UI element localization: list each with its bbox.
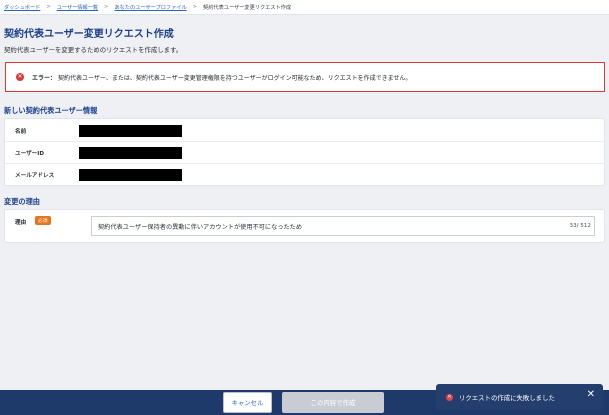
reason-card: 理由 必須 33/ 512: [4, 209, 605, 243]
toast-message: リクエストの作成に失敗しました: [459, 393, 555, 402]
redacted-user-id-value: [79, 146, 182, 159]
info-row-user-id: ユーザーID: [5, 142, 604, 164]
page-title: 契約代表ユーザー変更リクエスト作成: [4, 29, 174, 40]
name-label: 名前: [15, 128, 27, 135]
error-message: 契約代表ユーザー、または、契約代表ユーザー変更管理権限を持つユーザーがログイン可…: [58, 74, 412, 82]
breadcrumb-profile-link[interactable]: あなたのユーザープロファイル: [114, 4, 186, 11]
breadcrumb: ダッシュボード > ユーザー情報一覧 > あなたのユーザープロファイル > 契約…: [0, 0, 609, 15]
breadcrumb-user-list-link[interactable]: ユーザー情報一覧: [57, 4, 98, 11]
error-icon: ✕: [16, 73, 24, 81]
reason-input[interactable]: [91, 216, 595, 236]
toast-error-icon: ✕: [446, 393, 453, 401]
breadcrumb-current: 契約代表ユーザー変更リクエスト作成: [203, 4, 292, 11]
reason-label: 理由: [15, 220, 27, 226]
required-badge: 必須: [35, 216, 51, 225]
breadcrumb-dashboard-link[interactable]: ダッシュボード: [4, 4, 40, 11]
close-icon[interactable]: ✕: [587, 390, 595, 400]
redacted-name-value: [79, 124, 182, 137]
info-row-email: メールアドレス: [5, 164, 604, 186]
cancel-button[interactable]: キャンセル: [223, 392, 272, 413]
new-user-info-card: 名前 ユーザーID メールアドレス: [4, 118, 605, 186]
submit-button: この内容で作成: [282, 392, 384, 413]
breadcrumb-separator: >: [104, 4, 109, 10]
user-id-label: ユーザーID: [15, 150, 44, 157]
reason-section-title: 変更の理由: [4, 197, 40, 206]
redacted-email-value: [79, 169, 182, 181]
email-label: メールアドレス: [15, 173, 55, 179]
char-count: 33/ 512: [569, 223, 591, 229]
new-user-section-title: 新しい契約代表ユーザー情報: [4, 106, 98, 115]
breadcrumb-separator: >: [192, 4, 198, 10]
info-row-name: 名前: [5, 120, 604, 142]
error-label: エラー：: [32, 74, 57, 82]
error-toast: ✕ リクエストの作成に失敗しました ✕: [436, 384, 603, 410]
page-description: 契約代表ユーザーを変更するためのリクエストを作成します。: [4, 46, 183, 54]
error-alert: ✕ エラー： 契約代表ユーザー、または、契約代表ユーザー変更管理権限を持つユーザ…: [5, 62, 605, 92]
breadcrumb-separator: >: [46, 4, 51, 10]
